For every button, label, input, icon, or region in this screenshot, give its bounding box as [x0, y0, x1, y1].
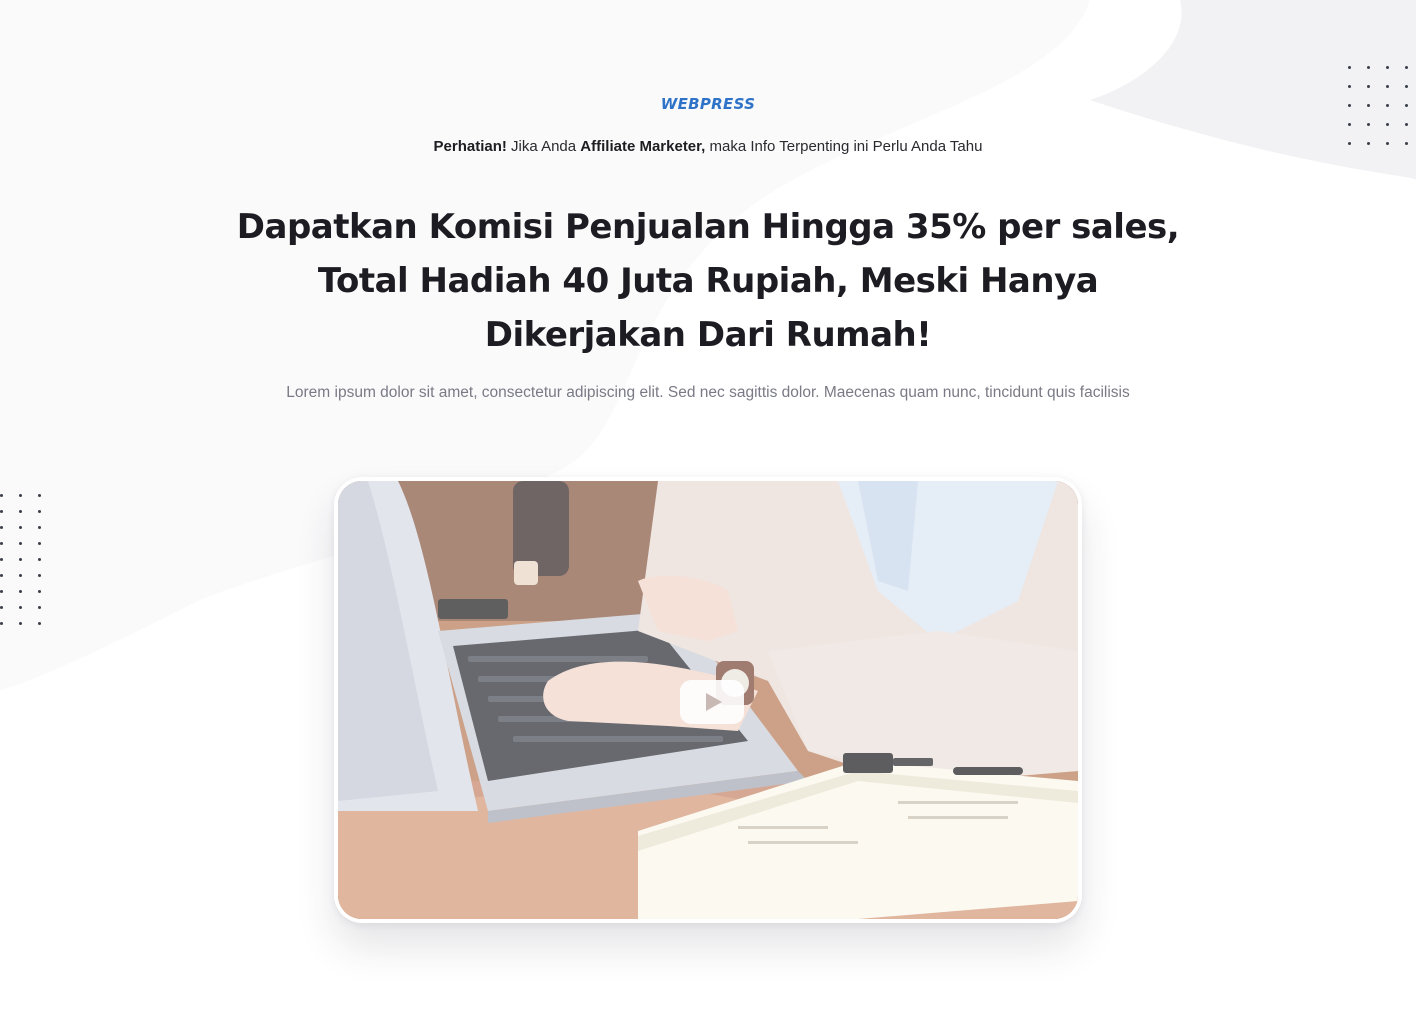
page-headline: Dapatkan Komisi Penjualan Hingga 35% per… [208, 200, 1208, 362]
decorative-dot-grid-left [0, 494, 41, 625]
notice-line: Perhatian! Jika Anda Affiliate Marketer,… [0, 138, 1416, 155]
video-card [334, 477, 1082, 923]
brand-label: WEBPRESS [660, 95, 756, 113]
headline-line-2: Total Hadiah 40 Juta Rupiah, Meski Hanya [317, 261, 1099, 301]
hero-subtext: Lorem ipsum dolor sit amet, consectetur … [286, 384, 1130, 401]
headline-line-3: Dikerjakan Dari Rumah! [484, 315, 932, 355]
video-thumbnail[interactable] [338, 481, 1078, 919]
notice-text-1: Jika Anda [506, 138, 581, 155]
headline-line-1: Dapatkan Komisi Penjualan Hingga 35% per… [236, 207, 1180, 247]
notice-text-2: maka Info Terpenting ini Perlu Anda Tahu [705, 138, 983, 155]
play-icon[interactable] [680, 680, 744, 724]
notice-bold-attention: Perhatian! [433, 138, 507, 155]
notice-bold-affiliate: Affiliate Marketer, [580, 138, 706, 155]
